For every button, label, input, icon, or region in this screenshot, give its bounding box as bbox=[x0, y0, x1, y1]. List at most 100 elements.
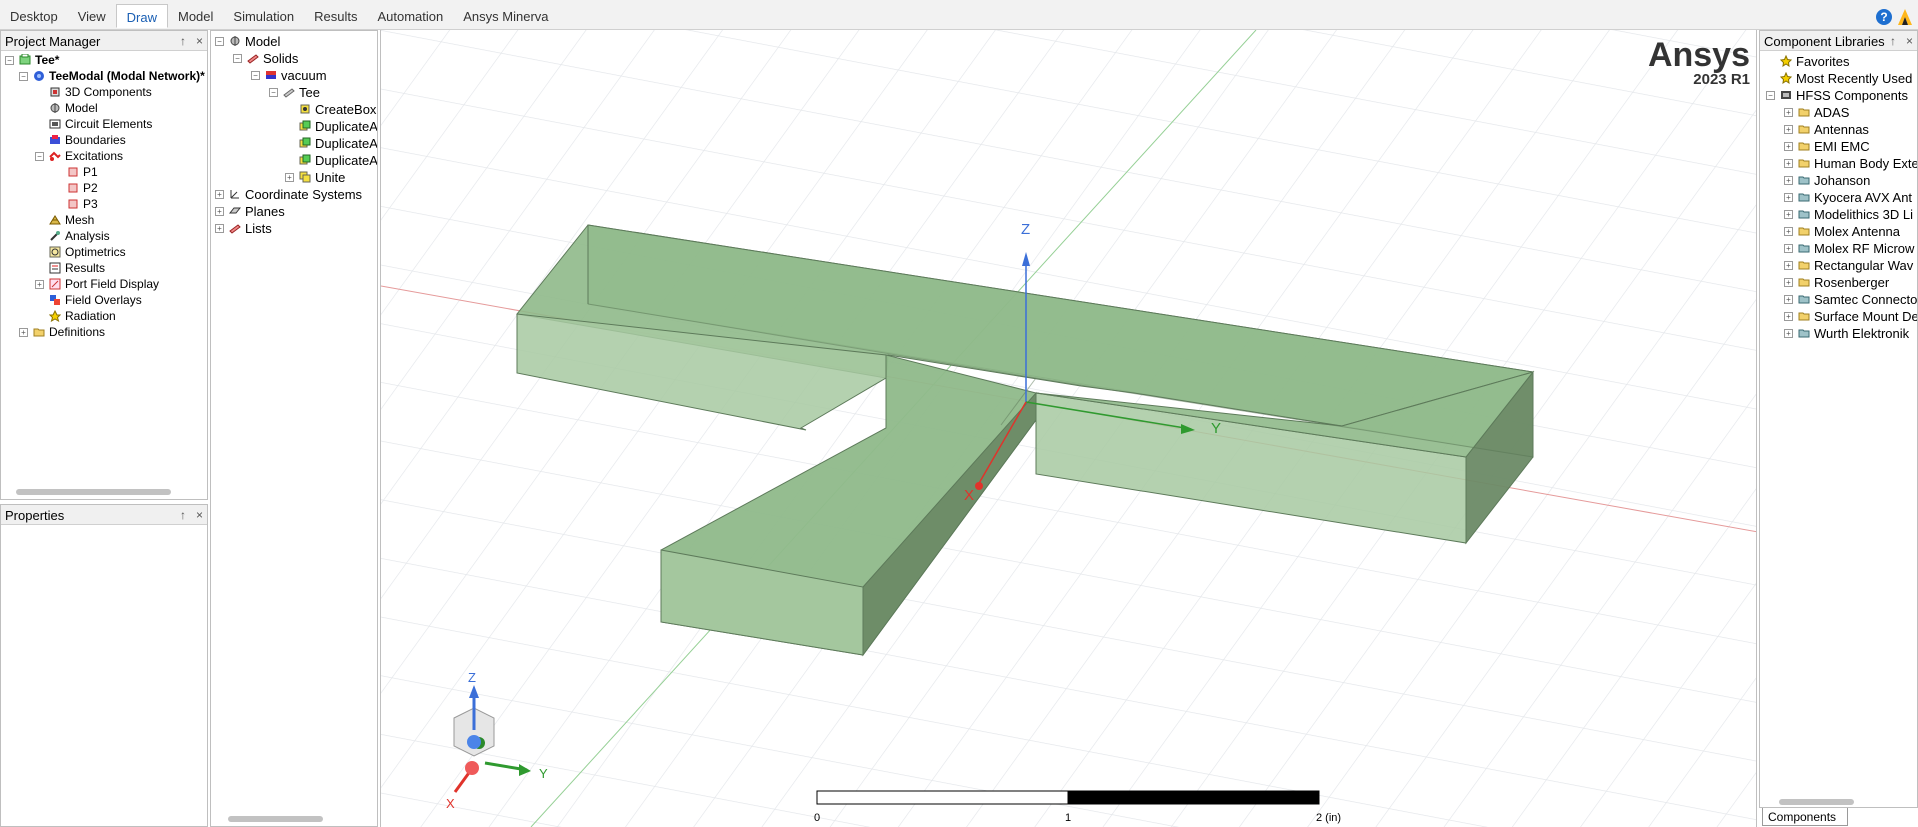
model-tree-item-model[interactable]: − Model bbox=[215, 33, 280, 49]
analysis-icon bbox=[50, 231, 60, 241]
pin-icon[interactable]: ↑ bbox=[180, 508, 186, 522]
tree-item-field-overlays[interactable]: Field Overlays bbox=[49, 292, 142, 308]
material-icon bbox=[266, 71, 276, 79]
library-item-rosenberger[interactable]: + Rosenberger bbox=[1784, 274, 1889, 290]
library-item-favorites[interactable]: Favorites bbox=[1780, 53, 1849, 69]
viewport-canvas[interactable]: Z Y X Z Y X 0 1 2 (in) bbox=[381, 30, 1757, 827]
project-tree: − Tee* − TeeModal (Modal Network)* 3D Co… bbox=[1, 51, 207, 481]
project-manager-panel: Project Manager ↑ × − Tee* − TeeModal (M… bbox=[0, 30, 208, 500]
library-item-human-body[interactable]: + Human Body Exte bbox=[1784, 155, 1917, 171]
tree-item-port-field-display[interactable]: + Port Field Display bbox=[35, 276, 159, 292]
model-tree-item-solids[interactable]: − Solids bbox=[233, 50, 298, 66]
tree-item-model[interactable]: Model bbox=[49, 100, 98, 116]
ansys-brand-name: Ansys bbox=[1647, 36, 1750, 74]
tree-item-design[interactable]: − TeeModal (Modal Network)* bbox=[19, 68, 205, 84]
library-item-surface-mount[interactable]: + Surface Mount De bbox=[1784, 308, 1917, 324]
excitation-icon bbox=[49, 151, 61, 161]
model-tree-item-vacuum[interactable]: − vacuum bbox=[251, 67, 327, 83]
component-libraries-header: Component Libraries ↑ × bbox=[1760, 31, 1917, 51]
tree-item-excitations[interactable]: − Excitations bbox=[35, 148, 123, 164]
library-item-hfss-components[interactable]: − HFSS Components bbox=[1766, 87, 1908, 103]
optimetrics-icon bbox=[49, 246, 61, 258]
design-icon bbox=[34, 71, 44, 81]
model-tree-item-duplicate-3[interactable]: DuplicateA bbox=[299, 152, 377, 168]
vendor-library-icon bbox=[1798, 176, 1810, 185]
tab-automation[interactable]: Automation bbox=[367, 7, 453, 28]
model-tree-scrollbar[interactable] bbox=[228, 816, 323, 822]
x-axis-arrow bbox=[975, 482, 983, 490]
components-tab[interactable]: Components bbox=[1762, 808, 1848, 826]
tab-view[interactable]: View bbox=[68, 7, 116, 28]
library-item-antennas[interactable]: + Antennas bbox=[1784, 121, 1869, 137]
tree-item-definitions[interactable]: + Definitions bbox=[19, 324, 105, 340]
model-icon bbox=[50, 103, 60, 113]
results-icon bbox=[49, 262, 61, 274]
mesh-icon bbox=[49, 215, 61, 225]
folder-icon bbox=[1798, 142, 1810, 151]
library-item-johanson[interactable]: + Johanson bbox=[1784, 172, 1870, 188]
z-axis-label: Z bbox=[1021, 221, 1030, 238]
tab-ansys-minerva[interactable]: Ansys Minerva bbox=[453, 7, 558, 28]
library-item-molex-antenna[interactable]: + Molex Antenna bbox=[1784, 223, 1900, 239]
vendor-library-icon bbox=[1798, 210, 1810, 219]
tree-item-p3[interactable]: P3 bbox=[67, 196, 98, 212]
tab-simulation[interactable]: Simulation bbox=[223, 7, 304, 28]
tree-item-3d-components[interactable]: 3D Components bbox=[49, 84, 152, 100]
ansys-brand: Ansys 2023 R1 bbox=[1648, 38, 1750, 88]
unite-icon bbox=[299, 171, 311, 183]
close-icon[interactable]: × bbox=[196, 508, 203, 522]
tab-desktop[interactable]: Desktop bbox=[0, 7, 68, 28]
triad-z-label: Z bbox=[468, 670, 476, 685]
model-tree-item-createbox[interactable]: CreateBox bbox=[299, 101, 376, 117]
tree-item-optimetrics[interactable]: Optimetrics bbox=[49, 244, 126, 260]
library-item-most-recently-used[interactable]: Most Recently Used bbox=[1780, 70, 1912, 86]
radiation-icon bbox=[49, 310, 61, 322]
library-item-kyocera[interactable]: + Kyocera AVX Ant bbox=[1784, 189, 1912, 205]
duplicate-icon bbox=[299, 137, 311, 148]
model-tree-panel: − Model − Solids − vacuum − Tee CreateBo… bbox=[210, 30, 378, 827]
modeler-viewport[interactable]: Z Y X Z Y X 0 1 2 (in) Ansys 2023 R1 bbox=[380, 30, 1757, 827]
pin-icon[interactable]: ↑ bbox=[180, 34, 186, 48]
tree-item-analysis[interactable]: Analysis bbox=[49, 228, 110, 244]
model-tree-item-unite[interactable]: + Unite bbox=[285, 169, 345, 185]
tab-results[interactable]: Results bbox=[304, 7, 367, 28]
library-item-molex-rf[interactable]: + Molex RF Microw bbox=[1784, 240, 1914, 256]
coordinate-system-icon bbox=[230, 190, 239, 199]
tree-item-circuit-elements[interactable]: Circuit Elements bbox=[49, 116, 152, 132]
tree-item-p2[interactable]: P2 bbox=[67, 180, 98, 196]
tab-draw[interactable]: Draw bbox=[115, 4, 168, 28]
scale-label-0: 0 bbox=[814, 812, 820, 824]
close-icon[interactable]: × bbox=[196, 34, 203, 48]
library-item-wurth[interactable]: + Wurth Elektronik bbox=[1784, 325, 1909, 341]
close-icon[interactable]: × bbox=[1906, 34, 1913, 48]
model-tree-item-planes[interactable]: + Planes bbox=[215, 203, 285, 219]
library-item-emi-emc[interactable]: + EMI EMC bbox=[1784, 138, 1870, 154]
recent-icon bbox=[1780, 72, 1792, 84]
library-item-modelithics[interactable]: + Modelithics 3D Li bbox=[1784, 206, 1913, 222]
tree-item-project[interactable]: − Tee* bbox=[5, 52, 59, 68]
model-tree-item-coordinate-systems[interactable]: + Coordinate Systems bbox=[215, 186, 362, 202]
tree-item-radiation[interactable]: Radiation bbox=[49, 308, 116, 324]
component-libraries-title: Component Libraries bbox=[1764, 34, 1885, 49]
library-item-samtec[interactable]: + Samtec Connecto bbox=[1784, 291, 1917, 307]
properties-header: Properties ↑ × bbox=[1, 505, 207, 525]
tree-item-p1[interactable]: P1 bbox=[67, 164, 98, 180]
model-tree-item-tee[interactable]: − Tee bbox=[269, 84, 320, 100]
help-icon[interactable]: ? bbox=[1876, 9, 1892, 25]
project-tree-scrollbar[interactable] bbox=[16, 489, 171, 495]
model-tree-item-lists[interactable]: + Lists bbox=[215, 220, 272, 236]
project-manager-title: Project Manager bbox=[5, 34, 101, 49]
duplicate-icon bbox=[299, 120, 311, 131]
tree-item-mesh[interactable]: Mesh bbox=[49, 212, 94, 228]
library-item-rectangular-waveguide[interactable]: + Rectangular Wav bbox=[1784, 257, 1913, 273]
pin-icon[interactable]: ↑ bbox=[1890, 34, 1896, 48]
tab-model[interactable]: Model bbox=[168, 7, 223, 28]
model-tree-item-duplicate-1[interactable]: DuplicateA bbox=[299, 118, 377, 134]
model-tree-item-duplicate-2[interactable]: DuplicateA bbox=[299, 135, 377, 151]
library-item-adas[interactable]: + ADAS bbox=[1784, 104, 1849, 120]
component-libraries-scrollbar[interactable] bbox=[1779, 799, 1854, 805]
tree-item-boundaries[interactable]: Boundaries bbox=[49, 132, 126, 148]
tree-item-results[interactable]: Results bbox=[49, 260, 105, 276]
ansys-logo-icon bbox=[1898, 9, 1912, 25]
component-libraries-panel: Component Libraries ↑ × Favorites Most R… bbox=[1759, 30, 1918, 808]
